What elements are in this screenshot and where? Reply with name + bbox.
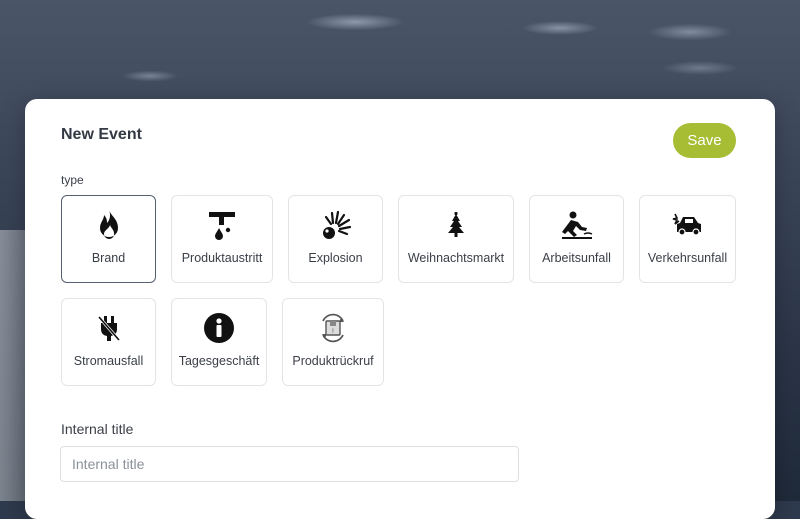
tile-label: Produktrückruf <box>292 354 374 368</box>
event-type-tagesgeschaeft[interactable]: Tagesgeschäft <box>171 298 267 386</box>
power-outage-icon <box>62 311 155 345</box>
background-paper <box>0 230 26 501</box>
info-icon <box>172 311 266 345</box>
christmas-tree-icon <box>399 208 513 242</box>
event-type-weihnachtsmarkt[interactable]: Weihnachtsmarkt <box>398 195 514 283</box>
save-button[interactable]: Save <box>673 123 736 158</box>
tile-label: Explosion <box>308 251 363 265</box>
type-label: type <box>61 173 84 187</box>
event-type-produktrueckruf[interactable]: ! Produktrückruf <box>282 298 384 386</box>
tile-label: Arbeitsunfall <box>542 251 611 265</box>
tile-label: Brand <box>91 251 126 265</box>
car-crash-icon <box>640 208 735 242</box>
tile-label: Stromausfall <box>73 354 144 368</box>
event-type-arbeitsunfall[interactable]: Arbeitsunfall <box>529 195 624 283</box>
explosion-icon <box>289 208 382 242</box>
modal-title: New Event <box>61 126 142 143</box>
slip-fall-icon <box>530 208 623 242</box>
fire-icon <box>62 208 155 242</box>
event-type-verkehrsunfall[interactable]: Verkehrsunfall <box>639 195 736 283</box>
product-recall-icon: ! <box>283 311 383 345</box>
event-type-explosion[interactable]: Explosion <box>288 195 383 283</box>
internal-title-label: Internal title <box>61 421 134 437</box>
leak-icon <box>172 208 272 242</box>
tile-label: Weihnachtsmarkt <box>407 251 505 265</box>
event-type-brand[interactable]: Brand <box>61 195 156 283</box>
tile-label: Tagesgeschäft <box>178 354 260 368</box>
internal-title-input[interactable] <box>60 446 519 482</box>
event-type-stromausfall[interactable]: Stromausfall <box>61 298 156 386</box>
event-type-produktaustritt[interactable]: Produktaustritt <box>171 195 273 283</box>
tile-label: Verkehrsunfall <box>647 251 728 265</box>
tile-label: Produktaustritt <box>181 251 263 265</box>
new-event-modal: New Event Save type Brand Produktaustrit… <box>25 99 775 519</box>
